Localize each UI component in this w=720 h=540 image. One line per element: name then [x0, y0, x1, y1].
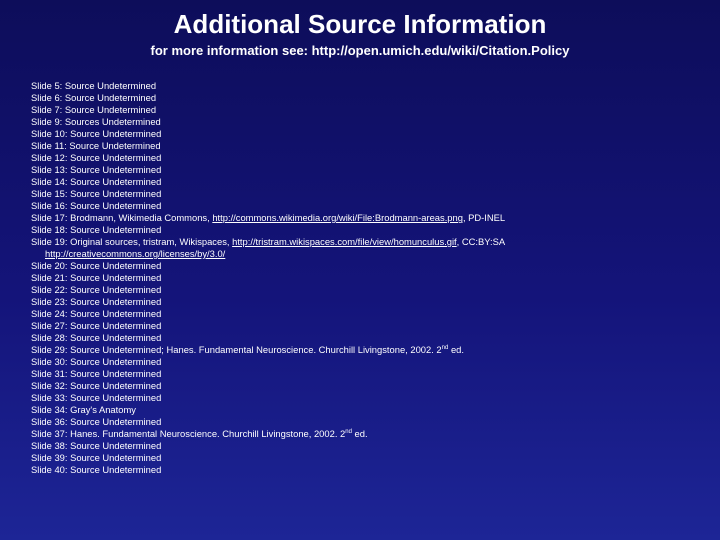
source-line: Slide 36: Source Undetermined	[31, 416, 691, 428]
page-title: Additional Source Information	[173, 9, 547, 39]
source-text: Slide 27: Source Undetermined	[31, 320, 162, 331]
source-text: Slide 24: Source Undetermined	[31, 308, 162, 319]
source-text: Slide 13: Source Undetermined	[31, 164, 162, 175]
source-line: Slide 28: Source Undetermined	[31, 332, 691, 344]
source-line: Slide 34: Gray's Anatomy	[31, 404, 691, 416]
source-text: Slide 5: Source Undetermined	[31, 80, 157, 91]
source-line: Slide 37: Hanes. Fundamental Neuroscienc…	[31, 428, 691, 440]
source-text: Slide 33: Source Undetermined	[31, 392, 162, 403]
source-text: Slide 22: Source Undetermined	[31, 284, 162, 295]
source-text: Slide 31: Source Undetermined	[31, 368, 162, 379]
source-link[interactable]: http://creativecommons.org/licenses/by/3…	[45, 248, 225, 259]
source-text: Slide 38: Source Undetermined	[31, 440, 162, 451]
source-line: Slide 29: Source Undetermined; Hanes. Fu…	[31, 344, 691, 356]
source-line: Slide 21: Source Undetermined	[31, 272, 691, 284]
source-line: Slide 32: Source Undetermined	[31, 380, 691, 392]
source-line: Slide 19: Original sources, tristram, Wi…	[31, 236, 691, 248]
source-text: Slide 17: Brodmann, Wikimedia Commons,	[31, 212, 213, 223]
source-text: Slide 29: Source Undetermined; Hanes. Fu…	[31, 344, 442, 355]
source-text: Slide 19: Original sources, tristram, Wi…	[31, 236, 233, 247]
source-line: Slide 17: Brodmann, Wikimedia Commons, h…	[31, 212, 691, 224]
source-line: Slide 15: Source Undetermined	[31, 188, 691, 200]
source-text: Slide 10: Source Undetermined	[31, 128, 162, 139]
source-line: Slide 22: Source Undetermined	[31, 284, 691, 296]
source-line: Slide 30: Source Undetermined	[31, 356, 691, 368]
source-suffix: , PD-INEL	[462, 212, 506, 223]
source-line: Slide 6: Source Undetermined	[31, 92, 691, 104]
source-text: Slide 7: Source Undetermined	[31, 104, 157, 115]
page-subtitle: for more information see: http://open.um…	[150, 43, 570, 58]
source-list: Slide 5: Source Undetermined Slide 6: Sou…	[31, 80, 691, 476]
source-text: Slide 39: Source Undetermined	[31, 452, 162, 463]
source-line: Slide 20: Source Undetermined	[31, 260, 691, 272]
source-suffix: ed.	[351, 428, 368, 439]
source-text: Slide 14: Source Undetermined	[31, 176, 162, 187]
source-suffix: ed.	[448, 344, 464, 355]
source-line: Slide 23: Source Undetermined	[31, 296, 691, 308]
source-line: Slide 13: Source Undetermined	[31, 164, 691, 176]
source-line: Slide 11: Source Undetermined	[31, 140, 691, 152]
source-line: Slide 10: Source Undetermined	[31, 128, 691, 140]
source-line: Slide 27: Source Undetermined	[31, 320, 691, 332]
source-text: Slide 11: Source Undetermined	[31, 140, 161, 151]
source-text: Slide 23: Source Undetermined	[31, 296, 162, 307]
source-line: Slide 12: Source Undetermined	[31, 152, 691, 164]
source-line: Slide 24: Source Undetermined	[31, 308, 691, 320]
source-text: Slide 32: Source Undetermined	[31, 380, 162, 391]
source-link[interactable]: http://tristram.wikispaces.com/file/view…	[232, 236, 457, 247]
source-text: Slide 18: Source Undetermined	[31, 224, 162, 235]
source-text: Slide 40: Source Undetermined	[31, 464, 162, 475]
source-line: Slide 14: Source Undetermined	[31, 176, 691, 188]
source-line: Slide 16: Source Undetermined	[31, 200, 691, 212]
source-line: Slide 40: Source Undetermined	[31, 464, 691, 476]
source-line: Slide 31: Source Undetermined	[31, 368, 691, 380]
source-text: Slide 28: Source Undetermined	[31, 332, 162, 343]
source-text: Slide 36: Source Undetermined	[31, 416, 162, 427]
source-line: Slide 38: Source Undetermined	[31, 440, 691, 452]
source-text: Slide 30: Source Undetermined	[31, 356, 162, 367]
source-text: Slide 15: Source Undetermined	[31, 188, 162, 199]
source-line: Slide 5: Source Undetermined	[31, 80, 691, 92]
source-link[interactable]: http://commons.wikimedia.org/wiki/File:B…	[212, 212, 463, 223]
source-text: Slide 34: Gray's Anatomy	[31, 404, 136, 415]
source-line: http://creativecommons.org/licenses/by/3…	[31, 248, 691, 260]
source-text: Slide 16: Source Undetermined	[31, 200, 162, 211]
source-text: Slide 21: Source Undetermined	[31, 272, 162, 283]
source-text: Slide 12: Source Undetermined	[31, 152, 162, 163]
source-text: Slide 9: Sources Undetermined	[31, 116, 161, 127]
edition-superscript: nd	[345, 428, 352, 435]
source-line: Slide 7: Source Undetermined	[31, 104, 691, 116]
source-line: Slide 39: Source Undetermined	[31, 452, 691, 464]
source-line: Slide 18: Source Undetermined	[31, 224, 691, 236]
source-line: Slide 9: Sources Undetermined	[31, 116, 691, 128]
source-text: Slide 20: Source Undetermined	[31, 260, 162, 271]
source-text: Slide 37: Hanes. Fundamental Neuroscienc…	[31, 428, 346, 439]
source-suffix: , CC:BY:SA	[456, 236, 506, 247]
source-text: Slide 6: Source Undetermined	[31, 92, 157, 103]
source-line: Slide 33: Source Undetermined	[31, 392, 691, 404]
